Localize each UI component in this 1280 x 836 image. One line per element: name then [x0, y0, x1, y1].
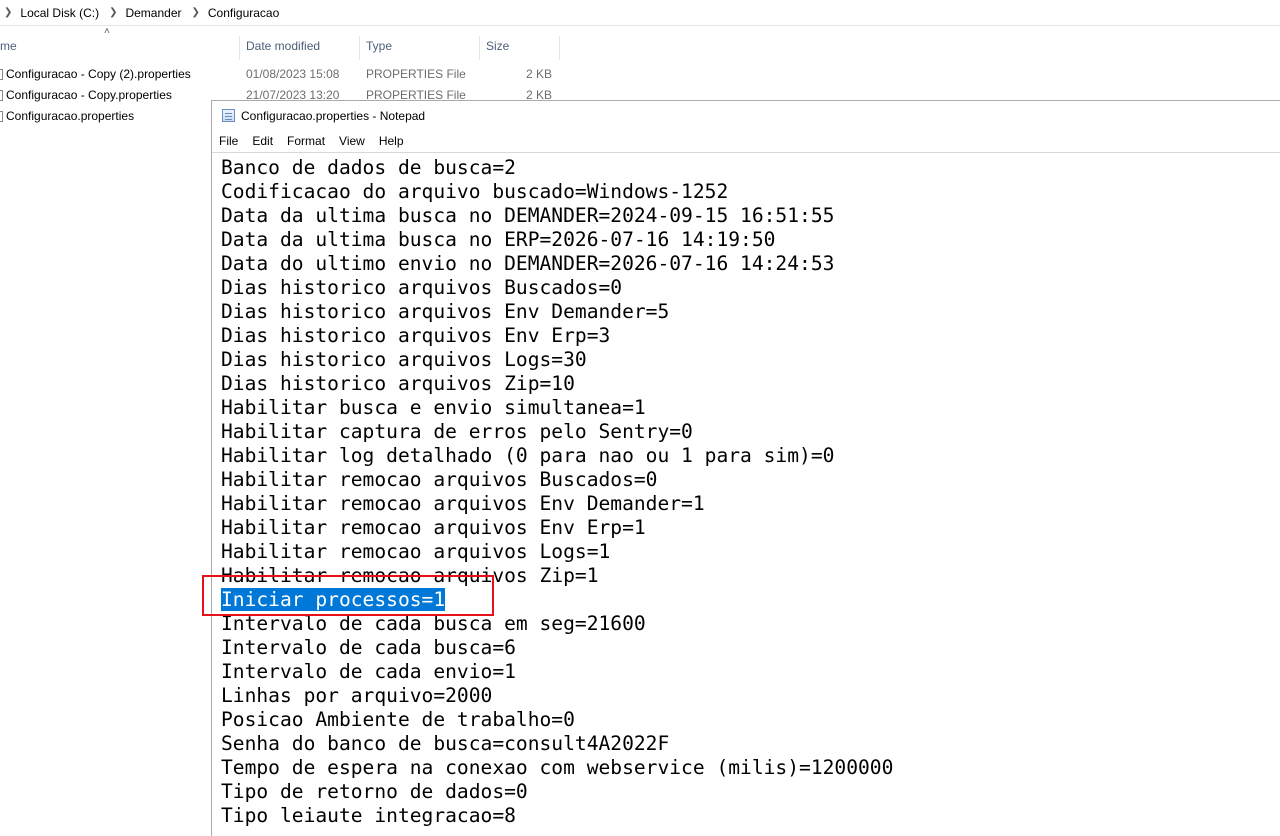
window-title: Configuracao.properties - Notepad: [241, 108, 426, 123]
text-line[interactable]: Dias historico arquivos Env Demander=5: [221, 300, 893, 324]
text-line[interactable]: Data da ultima busca no ERP=2026-07-16 1…: [221, 228, 893, 252]
file-type: PROPERTIES File: [366, 67, 466, 81]
text-line[interactable]: Habilitar remocao arquivos Logs=1: [221, 540, 893, 564]
text-line[interactable]: Dias historico arquivos Buscados=0: [221, 276, 893, 300]
text-line[interactable]: Dias historico arquivos Env Erp=3: [221, 324, 893, 348]
chevron-right-icon: ❯: [4, 7, 13, 18]
column-header-name[interactable]: me: [0, 36, 240, 60]
file-date-modified: 01/08/2023 15:08: [246, 67, 340, 81]
file-row[interactable]: Configuracao - Copy (2).properties 01/08…: [0, 64, 1280, 85]
file-name: Configuracao - Copy.properties: [6, 88, 172, 102]
chevron-right-icon: ❯: [191, 7, 200, 18]
text-line[interactable]: Data do ultimo envio no DEMANDER=2026-07…: [221, 252, 893, 276]
text-line[interactable]: Habilitar busca e envio simultanea=1: [221, 396, 893, 420]
text-line[interactable]: Banco de dados de busca=2: [221, 156, 893, 180]
notepad-titlebar[interactable]: Configuracao.properties - Notepad: [212, 101, 1280, 130]
text-line[interactable]: Dias historico arquivos Logs=30: [221, 348, 893, 372]
text-line[interactable]: Intervalo de cada busca=6: [221, 636, 893, 660]
text-line[interactable]: Senha do banco de busca=consult4A2022F: [221, 732, 893, 756]
text-line[interactable]: Data da ultima busca no DEMANDER=2024-09…: [221, 204, 893, 228]
text-line[interactable]: Tipo de retorno de dados=0: [221, 780, 893, 804]
menu-help[interactable]: Help: [372, 130, 411, 152]
breadcrumb-demander[interactable]: Demander: [125, 6, 181, 20]
file-icon: [0, 69, 3, 80]
text-line[interactable]: Habilitar remocao arquivos Buscados=0: [221, 468, 893, 492]
file-icon: [0, 111, 3, 122]
text-line[interactable]: Habilitar remocao arquivos Env Demander=…: [221, 492, 893, 516]
menu-bar: File Edit Format View Help: [212, 130, 1280, 152]
text-line[interactable]: Codificacao do arquivo buscado=Windows-1…: [221, 180, 893, 204]
notepad-window: Configuracao.properties - Notepad File E…: [211, 100, 1280, 836]
annotation-highlight-box: [202, 575, 494, 616]
column-header-type[interactable]: Type: [360, 36, 480, 60]
menu-edit[interactable]: Edit: [245, 130, 280, 152]
breadcrumb-local-disk[interactable]: Local Disk (C:): [20, 6, 99, 20]
file-size: 2 KB: [525, 67, 552, 81]
text-line[interactable]: Dias historico arquivos Zip=10: [221, 372, 893, 396]
text-editor[interactable]: Banco de dados de busca=2 Codificacao do …: [212, 152, 1280, 836]
address-breadcrumb[interactable]: ❯ Local Disk (C:) ❯ Demander ❯ Configura…: [0, 0, 1280, 26]
notepad-app-icon: [222, 109, 235, 122]
menu-file[interactable]: File: [212, 130, 245, 152]
menu-view[interactable]: View: [332, 130, 372, 152]
menu-format[interactable]: Format: [280, 130, 332, 152]
chevron-right-icon: ❯: [109, 7, 118, 18]
text-line[interactable]: Habilitar remocao arquivos Env Erp=1: [221, 516, 893, 540]
file-icon: [0, 90, 3, 101]
text-content[interactable]: Banco de dados de busca=2 Codificacao do …: [221, 156, 893, 828]
file-name: Configuracao - Copy (2).properties: [6, 67, 191, 81]
text-line[interactable]: Linhas por arquivo=2000: [221, 684, 893, 708]
text-line[interactable]: Habilitar captura de erros pelo Sentry=0: [221, 420, 893, 444]
text-line[interactable]: Intervalo de cada envio=1: [221, 660, 893, 684]
file-name: Configuracao.properties: [6, 109, 135, 123]
text-line[interactable]: Tipo leiaute integracao=8: [221, 804, 893, 828]
text-line[interactable]: Habilitar log detalhado (0 para nao ou 1…: [221, 444, 893, 468]
column-header-date-modified[interactable]: Date modified: [240, 36, 360, 60]
text-line[interactable]: Tempo de espera na conexao com webservic…: [221, 756, 893, 780]
file-list-header: ˄ me Date modified Type Size: [0, 26, 1280, 64]
text-line[interactable]: Posicao Ambiente de trabalho=0: [221, 708, 893, 732]
column-header-size[interactable]: Size: [480, 36, 560, 60]
breadcrumb-configuracao[interactable]: Configuracao: [208, 6, 279, 20]
